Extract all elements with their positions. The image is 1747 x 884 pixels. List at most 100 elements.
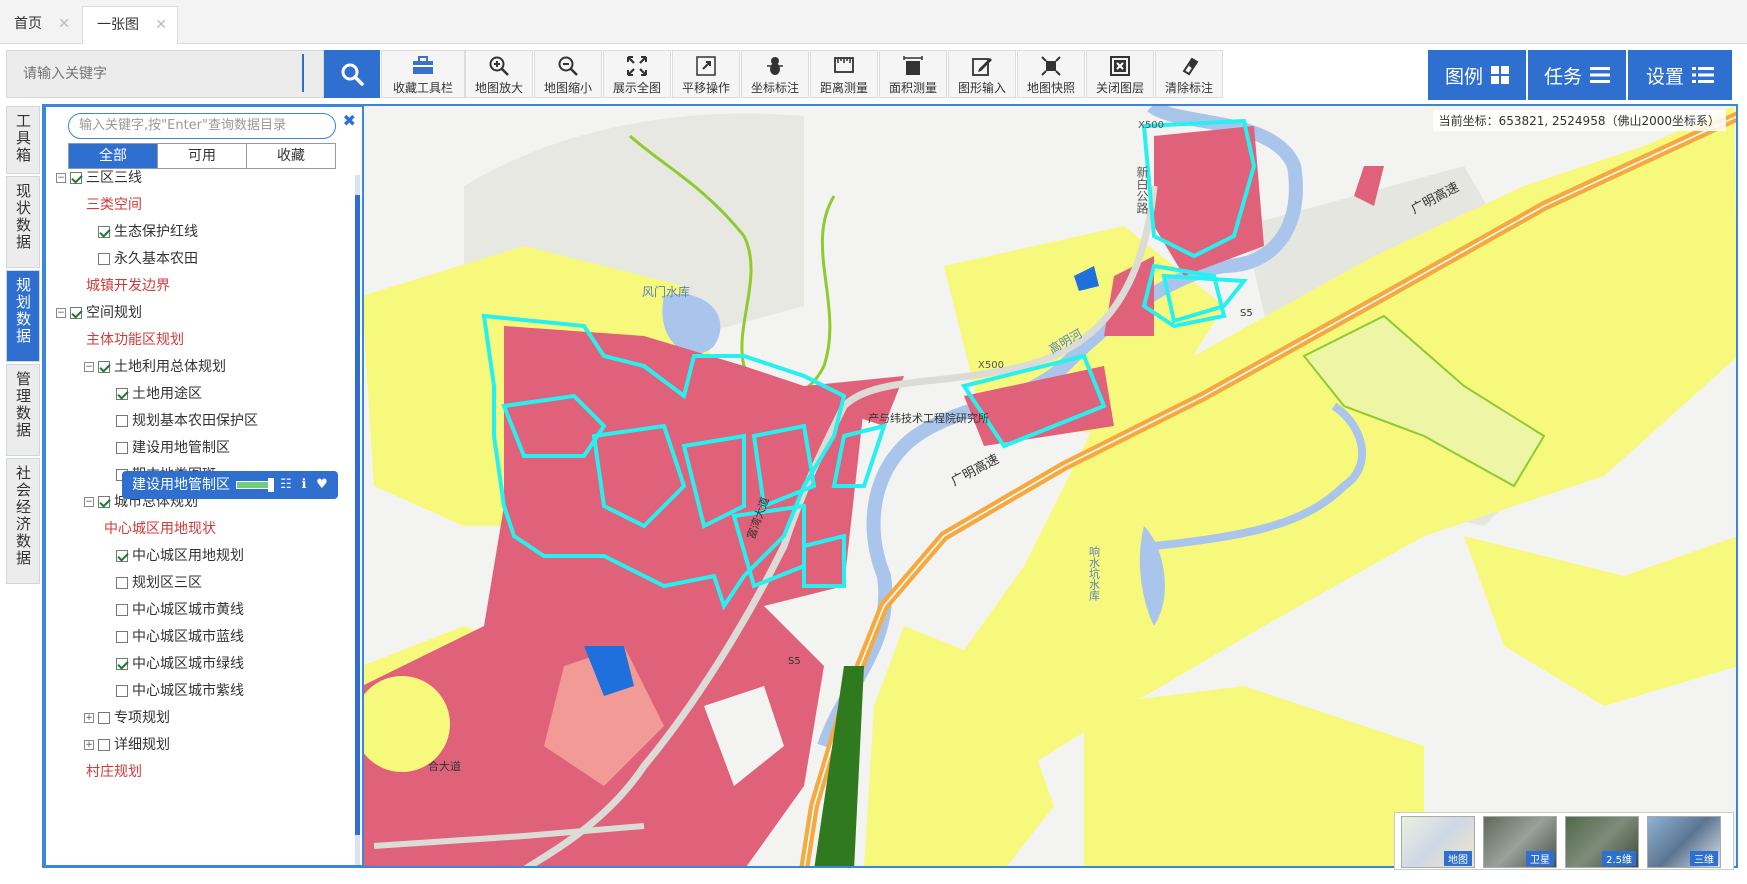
layer-checkbox[interactable]: [98, 496, 110, 508]
collapse-icon[interactable]: −: [56, 308, 66, 318]
layer-tree-item[interactable]: 规划区三区: [116, 572, 202, 594]
layer-checkbox[interactable]: [116, 685, 128, 697]
distance-measure-button[interactable]: 距离测量: [810, 50, 878, 98]
layer-tree-item[interactable]: 城镇开发边界: [86, 275, 170, 297]
layer-checkbox[interactable]: [116, 658, 128, 670]
close-icon[interactable]: ✕: [155, 7, 167, 43]
layer-checkbox[interactable]: [116, 604, 128, 616]
opacity-slider[interactable]: [236, 481, 272, 489]
layer-tree-item[interactable]: + 详细规划: [84, 734, 170, 756]
zoom-out-button[interactable]: 地图缩小: [534, 50, 602, 98]
side-tab-current-data[interactable]: 现状数据: [6, 176, 40, 268]
layer-label: 中心城区城市绿线: [132, 656, 244, 672]
zoom-out-icon: [558, 56, 578, 76]
layer-checkbox[interactable]: [70, 307, 82, 319]
layer-tree-item[interactable]: 中心城区用地现状: [104, 518, 216, 540]
map-label: X500: [1138, 120, 1164, 131]
layer-tree-item[interactable]: 中心城区城市绿线: [116, 653, 244, 675]
table-icon[interactable]: ☷: [278, 477, 294, 493]
basemap-satellite[interactable]: 卫星: [1483, 816, 1557, 868]
layer-tree-item[interactable]: 中心城区城市蓝线: [116, 626, 244, 648]
snapshot-button[interactable]: 地图快照: [1017, 50, 1085, 98]
layer-checkbox[interactable]: [98, 739, 110, 751]
area-measure-button[interactable]: 面积测量: [879, 50, 947, 98]
collapse-icon[interactable]: −: [84, 497, 94, 507]
layer-tree-item[interactable]: 村庄规划: [86, 761, 142, 783]
layer-checkbox[interactable]: [98, 253, 110, 265]
full-extent-button[interactable]: 展示全图: [603, 50, 671, 98]
map-label: X500: [978, 360, 1004, 371]
layer-checkbox[interactable]: [116, 631, 128, 643]
toolbar-label: 面积测量: [888, 81, 937, 95]
filter-all[interactable]: 全部: [69, 144, 158, 168]
layer-label: 土地利用总体规划: [114, 359, 226, 375]
legend-button[interactable]: 图例: [1428, 50, 1526, 100]
basemap-label: 2.5维: [1602, 851, 1636, 866]
layer-checkbox[interactable]: [98, 712, 110, 724]
info-icon[interactable]: ℹ: [296, 477, 312, 493]
map-label: S5: [1240, 308, 1253, 319]
filter-available[interactable]: 可用: [158, 144, 247, 168]
collapse-icon[interactable]: −: [56, 173, 66, 183]
catalog-search-input[interactable]: 输入关键字,按"Enter"查询数据目录: [68, 113, 336, 139]
collapse-icon[interactable]: −: [84, 362, 94, 372]
side-tab-management-data[interactable]: 管理数据: [6, 364, 40, 456]
side-tab-socioeconomic-data[interactable]: 社会经济数据: [6, 458, 40, 584]
expand-icon[interactable]: +: [84, 740, 94, 750]
layer-tree-item[interactable]: 生态保护红线: [98, 221, 198, 243]
catalog-filter-tabs: 全部 可用 收藏: [68, 143, 336, 169]
layer-tree-item[interactable]: − 三区三线: [56, 167, 142, 189]
panel-scrollbar[interactable]: [355, 175, 360, 865]
settings-button[interactable]: 设置: [1628, 50, 1732, 100]
map-label: 合大道: [428, 759, 461, 773]
basemap-map[interactable]: 地图: [1401, 816, 1475, 868]
pan-button[interactable]: 平移操作: [672, 50, 740, 98]
expand-icon[interactable]: +: [84, 713, 94, 723]
filter-favorites[interactable]: 收藏: [247, 144, 335, 168]
tab-home[interactable]: 首页 ✕: [0, 6, 80, 44]
layer-checkbox[interactable]: [116, 577, 128, 589]
side-tab-planning-data[interactable]: 规划数据: [6, 270, 40, 362]
search-input[interactable]: [7, 51, 323, 97]
clear-marks-button[interactable]: 清除标注: [1155, 50, 1223, 98]
layer-tree-item[interactable]: + 专项规划: [84, 707, 170, 729]
coordinate-mark-button[interactable]: 坐标标注: [741, 50, 809, 98]
toolbox-favorites-button[interactable]: 收藏工具栏: [381, 50, 465, 98]
basemap-switcher: 地图 卫星 2.5维 三维: [1394, 812, 1734, 870]
layer-tree-item[interactable]: 主体功能区规划: [86, 329, 184, 351]
layer-tree-item[interactable]: − 土地利用总体规划: [84, 356, 226, 378]
coordinate-marker-icon: [767, 57, 783, 75]
layer-tree-item[interactable]: − 空间规划: [56, 302, 142, 324]
layer-checkbox[interactable]: [70, 172, 82, 184]
layer-checkbox[interactable]: [116, 442, 128, 454]
layer-tree-item[interactable]: 建设用地管制区: [116, 437, 230, 459]
task-button[interactable]: 任务: [1528, 50, 1626, 100]
shape-input-button[interactable]: 图形输入: [948, 50, 1016, 98]
close-icon[interactable]: ✕: [58, 6, 70, 42]
opacity-slider-handle[interactable]: [268, 478, 274, 492]
layer-tree-item[interactable]: 中心城区城市紫线: [116, 680, 244, 702]
tab-one-map[interactable]: 一张图 ✕: [82, 6, 178, 44]
side-tab-toolbox[interactable]: 工具箱: [6, 106, 40, 174]
search-button[interactable]: [324, 50, 380, 98]
green-space-area: [1084, 686, 1424, 866]
heart-icon[interactable]: ♥: [314, 477, 330, 493]
scroll-thumb[interactable]: [355, 195, 360, 835]
layer-tree-item[interactable]: 中心城区城市黄线: [116, 599, 244, 621]
layer-checkbox[interactable]: [116, 550, 128, 562]
layer-tree-item[interactable]: 永久基本农田: [98, 248, 198, 270]
layer-checkbox[interactable]: [116, 388, 128, 400]
close-icon[interactable]: ✖: [343, 111, 356, 130]
basemap-25d[interactable]: 2.5维: [1565, 816, 1639, 868]
layer-checkbox[interactable]: [98, 226, 110, 238]
layer-checkbox[interactable]: [98, 361, 110, 373]
layer-hover-toolbar[interactable]: 建设用地管制区 ☷ ℹ ♥: [122, 471, 338, 499]
basemap-3d[interactable]: 三维: [1647, 816, 1721, 868]
layer-tree-item[interactable]: 三类空间: [86, 194, 142, 216]
layer-tree-item[interactable]: 中心城区用地规划: [116, 545, 244, 567]
close-layer-button[interactable]: 关闭图层: [1086, 50, 1154, 98]
layer-tree-item[interactable]: 规划基本农田保护区: [116, 410, 258, 432]
layer-tree-item[interactable]: 土地用途区: [116, 383, 202, 405]
zoom-in-button[interactable]: 地图放大: [465, 50, 533, 98]
layer-checkbox[interactable]: [116, 415, 128, 427]
